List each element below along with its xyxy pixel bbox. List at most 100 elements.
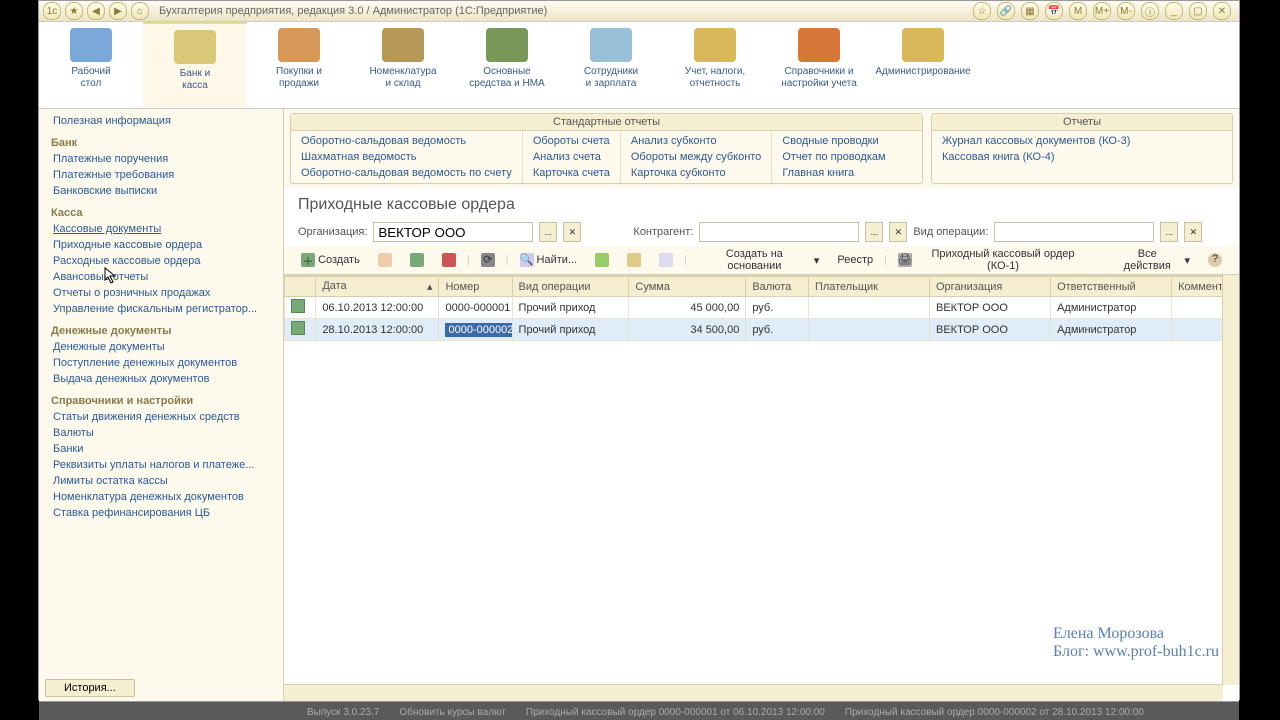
report-link[interactable]: Обороты счета [533, 133, 610, 149]
sidebar-item[interactable]: Номенклатура денежных документов [39, 489, 283, 505]
grid-column-header[interactable]: Вид операции [512, 277, 629, 297]
status-doc1[interactable]: Приходный кассовый ордер 0000-000001 от … [526, 707, 825, 718]
sidebar-item[interactable]: Управление фискальным регистратор... [39, 301, 283, 317]
sidebar-item[interactable]: Валюты [39, 425, 283, 441]
contr-input[interactable] [699, 222, 859, 242]
nav-back-icon[interactable]: ◀ [87, 2, 105, 20]
m-plus-icon[interactable]: M+ [1093, 2, 1111, 20]
oper-select-icon[interactable]: ... [1160, 222, 1178, 242]
report-link[interactable]: Оборотно-сальдовая ведомость [301, 133, 512, 149]
nav-desktop[interactable]: Рабочийстол [39, 22, 143, 108]
data-grid[interactable]: Дата ▴НомерВид операцииСуммаВалютаПлател… [284, 275, 1239, 701]
sidebar-item[interactable]: Банковские выписки [39, 183, 283, 199]
find-button[interactable]: 🔍Найти... [513, 250, 585, 270]
org-select-icon[interactable]: ... [539, 222, 557, 242]
show-button[interactable] [652, 250, 680, 270]
grid-column-header[interactable]: Дата ▴ [316, 277, 439, 297]
calc-icon[interactable]: ▦ [1021, 2, 1039, 20]
grid-column-header[interactable]: Сумма [629, 277, 746, 297]
report-link[interactable]: Обороты между субконто [631, 149, 761, 165]
nav-assets[interactable]: Основныесредства и НМА [455, 22, 559, 108]
status-doc2[interactable]: Приходный кассовый ордер 0000-000002 от … [845, 707, 1144, 718]
copy-button[interactable] [371, 250, 399, 270]
sidebar-item[interactable]: Денежные документы [39, 339, 283, 355]
sidebar-item[interactable]: Авансовые отчеты [39, 269, 283, 285]
report-link[interactable]: Журнал кассовых документов (КО-3) [942, 133, 1130, 149]
sidebar-useful-info[interactable]: Полезная информация [39, 113, 283, 129]
help-button[interactable]: ? [1201, 250, 1229, 270]
oper-clear-icon[interactable]: ✕ [1184, 222, 1202, 242]
report-link[interactable]: Анализ субконто [631, 133, 761, 149]
sidebar-item[interactable]: Лимиты остатка кассы [39, 473, 283, 489]
grid-column-header[interactable]: Организация [930, 277, 1051, 297]
link-icon[interactable]: 🔗 [997, 2, 1015, 20]
m-icon[interactable]: M [1069, 2, 1087, 20]
nav-nomenclature[interactable]: Номенклатураи склад [351, 22, 455, 108]
table-row[interactable]: 28.10.2013 12:00:000000-000002Прочий при… [285, 319, 1239, 341]
m-minus-icon[interactable]: M- [1117, 2, 1135, 20]
home-icon[interactable]: ⌂ [131, 2, 149, 20]
org-clear-icon[interactable]: ✕ [563, 222, 581, 242]
sidebar-item[interactable]: Расходные кассовые ордера [39, 253, 283, 269]
app-menu-icon[interactable]: 1c [43, 2, 61, 20]
sidebar-item[interactable]: Приходные кассовые ордера [39, 237, 283, 253]
report-link[interactable]: Сводные проводки [782, 133, 885, 149]
help-icon[interactable]: ⓘ [1141, 2, 1159, 20]
sidebar-item[interactable]: Статьи движения денежных средств [39, 409, 283, 425]
report-link[interactable]: Оборотно-сальдовая ведомость по счету [301, 165, 512, 181]
create-button[interactable]: ＋Создать [294, 250, 367, 270]
delete-button[interactable] [435, 250, 463, 270]
scrollbar-horizontal[interactable] [284, 684, 1223, 701]
report-link[interactable]: Карточка субконто [631, 165, 761, 181]
org-input[interactable] [373, 222, 533, 242]
sidebar-item[interactable]: Платежные требования [39, 167, 283, 183]
sidebar-item[interactable]: Реквизиты уплаты налогов и платеже... [39, 457, 283, 473]
grid-column-header[interactable] [285, 277, 316, 297]
sidebar-item[interactable]: Платежные поручения [39, 151, 283, 167]
oper-input[interactable] [994, 222, 1154, 242]
refresh-button[interactable]: ⟳ [474, 250, 502, 270]
table-row[interactable]: 06.10.2013 12:00:000000-000001Прочий при… [285, 297, 1239, 319]
grid-column-header[interactable]: Номер [439, 277, 512, 297]
history-button[interactable]: История... [45, 679, 135, 697]
close-icon[interactable]: ✕ [1213, 2, 1231, 20]
filter-button[interactable] [588, 250, 616, 270]
contr-clear-icon[interactable]: ✕ [889, 222, 907, 242]
scrollbar-vertical[interactable] [1222, 275, 1239, 685]
create-based-button[interactable]: Создать на основании ▾ [691, 250, 826, 270]
calendar-icon[interactable]: 📅 [1045, 2, 1063, 20]
all-actions-button[interactable]: Все действия ▾ [1106, 250, 1197, 270]
status-rates[interactable]: Обновить курсы валют [399, 707, 505, 718]
nav-admin[interactable]: Администрирование [871, 22, 975, 108]
grid-column-header[interactable]: Ответственный [1051, 277, 1172, 297]
sidebar-item[interactable]: Банки [39, 441, 283, 457]
edit-button[interactable] [403, 250, 431, 270]
maximize-icon[interactable]: ▢ [1189, 2, 1207, 20]
grid-column-header[interactable]: Валюта [746, 277, 809, 297]
nav-hr[interactable]: Сотрудникии зарплата [559, 22, 663, 108]
report-link[interactable]: Анализ счета [533, 149, 610, 165]
print-button[interactable]: 🖨Приходный кассовый ордер (КО-1) [891, 250, 1098, 270]
contr-select-icon[interactable]: ... [865, 222, 883, 242]
nav-buy-sell[interactable]: Покупки ипродажи [247, 22, 351, 108]
registry-button[interactable]: Реестр [830, 250, 880, 270]
report-link[interactable]: Шахматная ведомость [301, 149, 512, 165]
sidebar-item[interactable]: Кассовые документы [39, 221, 283, 237]
sidebar-item[interactable]: Поступление денежных документов [39, 355, 283, 371]
sidebar-item[interactable]: Выдача денежных документов [39, 371, 283, 387]
report-link[interactable]: Карточка счета [533, 165, 610, 181]
minimize-icon[interactable]: _ [1165, 2, 1183, 20]
nav-fwd-icon[interactable]: ▶ [109, 2, 127, 20]
favorites-icon[interactable]: ☆ [973, 2, 991, 20]
nav-accounting[interactable]: Учет, налоги,отчетность [663, 22, 767, 108]
report-link[interactable]: Кассовая книга (КО-4) [942, 149, 1130, 165]
star-icon[interactable]: ★ [65, 2, 83, 20]
report-link[interactable]: Отчет по проводкам [782, 149, 885, 165]
report-link[interactable]: Главная книга [782, 165, 885, 181]
sidebar-item[interactable]: Отчеты о розничных продажах [39, 285, 283, 301]
sidebar-item[interactable]: Ставка рефинансирования ЦБ [39, 505, 283, 521]
nav-references[interactable]: Справочники инастройки учета [767, 22, 871, 108]
cancel-filter-button[interactable] [620, 250, 648, 270]
nav-bank-cash[interactable]: Банк икасса [143, 22, 247, 108]
grid-column-header[interactable]: Плательщик [808, 277, 929, 297]
